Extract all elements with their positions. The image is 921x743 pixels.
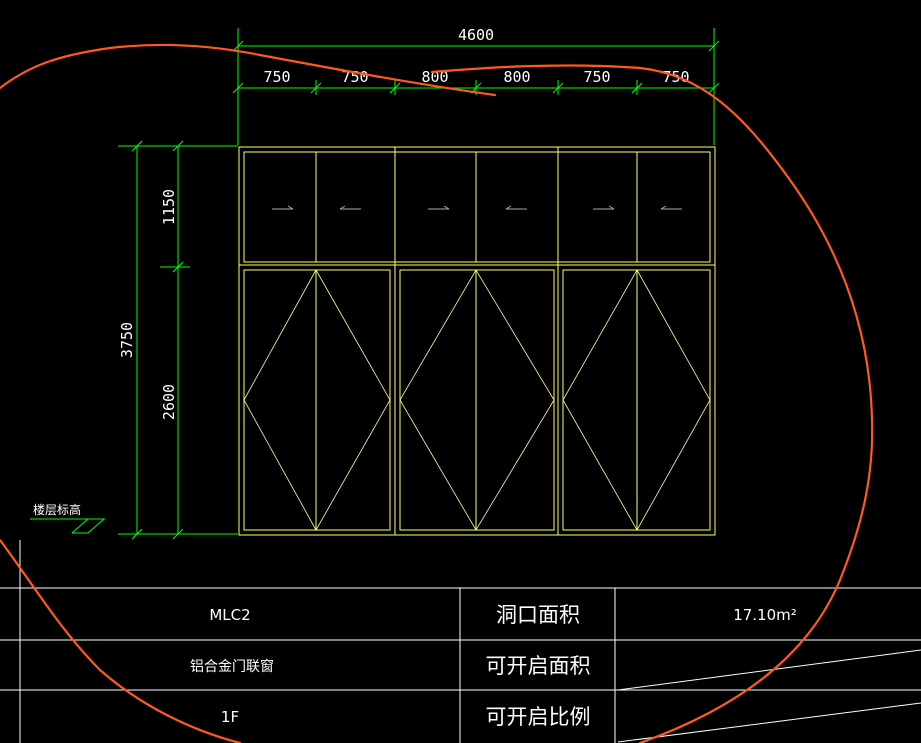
floor-label: 1F <box>221 708 239 726</box>
dimension-lines <box>118 28 720 540</box>
door-panel-1 <box>243 269 391 531</box>
arrow-right-icon <box>272 205 294 210</box>
dim-width-5: 750 <box>583 68 610 86</box>
sliding-arrows <box>272 205 682 210</box>
markup-circle-lower <box>0 538 242 743</box>
arrow-left-icon <box>660 205 682 210</box>
empty-cell-slash <box>617 649 921 691</box>
cad-drawing-canvas[interactable]: MLC2 洞口面积 17.10m² 铝合金门联窗 可开启面积 1F 可开启比例 <box>0 0 921 743</box>
markup-annotation <box>0 43 874 743</box>
dim-lower-height: 2600 <box>160 384 178 420</box>
window-code: MLC2 <box>209 606 250 624</box>
window-frame <box>238 146 716 536</box>
arrow-left-icon <box>505 205 527 210</box>
opening-area-value: 17.10m² <box>733 606 797 624</box>
dim-upper-height: 1150 <box>160 189 178 225</box>
openable-ratio-label: 可开启比例 <box>486 705 591 729</box>
door-opening-symbols <box>243 269 711 531</box>
door-panel-2 <box>399 269 555 531</box>
empty-cell-slash <box>617 702 921 743</box>
dim-width-1: 750 <box>263 68 290 86</box>
window-type-name: 铝合金门联窗 <box>190 658 274 675</box>
arrow-left-icon <box>339 205 361 210</box>
arrow-right-icon <box>428 205 450 210</box>
dim-total-height: 3750 <box>118 322 136 358</box>
opening-diamond <box>399 269 555 531</box>
opening-area-label: 洞口面积 <box>496 603 580 627</box>
title-table <box>0 540 921 743</box>
floor-level-label: 楼层标高 <box>33 502 81 517</box>
dim-total-width: 4600 <box>458 26 494 44</box>
floor-level-symbol <box>30 518 106 534</box>
dim-width-4: 800 <box>503 68 530 86</box>
markup-underline <box>430 64 874 743</box>
arrow-right-icon <box>593 205 615 210</box>
opening-diamond <box>243 269 391 531</box>
openable-area-label: 可开启面积 <box>486 654 591 678</box>
